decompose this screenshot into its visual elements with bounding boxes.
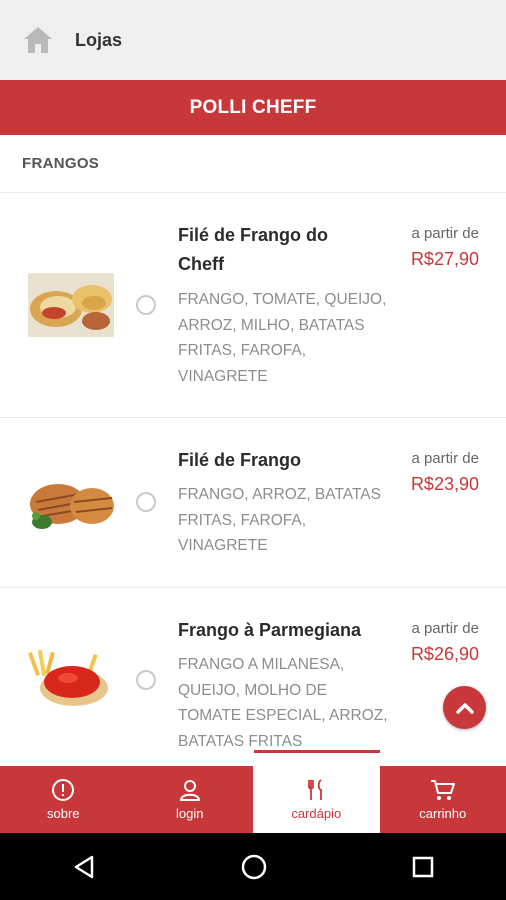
price-prefix: a partir de bbox=[411, 225, 479, 242]
store-header: POLLI CHEFF bbox=[0, 80, 506, 135]
recents-icon[interactable] bbox=[411, 855, 435, 879]
tab-label: login bbox=[176, 806, 204, 821]
product-description: FRANGO, TOMATE, QUEIJO, ARROZ, MILHO, BA… bbox=[178, 291, 387, 385]
product-name: Filé de Frango bbox=[178, 450, 302, 470]
tab-label: cardápio bbox=[291, 806, 342, 821]
product-image bbox=[28, 273, 114, 337]
product-item[interactable]: Frango à Parmegiana FRANGO A MILANESA, Q… bbox=[0, 588, 506, 766]
product-item[interactable]: Filé de Frango do Cheff FRANGO, TOMATE, … bbox=[0, 194, 506, 418]
product-image bbox=[28, 472, 114, 536]
top-bar: Lojas bbox=[0, 0, 506, 80]
tab-sobre[interactable]: sobre bbox=[0, 766, 127, 833]
select-radio[interactable] bbox=[136, 670, 156, 690]
product-name: Frango à Parmegiana bbox=[178, 620, 362, 640]
scroll-top-button[interactable] bbox=[443, 686, 486, 729]
product-price: R$27,90 bbox=[410, 249, 479, 269]
cart-icon bbox=[430, 780, 455, 800]
category-label: FRANGOS bbox=[22, 155, 100, 172]
bottom-tab-bar: sobre login cardápio carrinho bbox=[0, 766, 506, 833]
tab-carrinho[interactable]: carrinho bbox=[380, 766, 506, 833]
cutlery-icon bbox=[308, 779, 323, 800]
tab-cardapio[interactable]: cardápio bbox=[253, 766, 380, 833]
page-title: Lojas bbox=[75, 29, 123, 50]
home-icon[interactable] bbox=[21, 23, 55, 57]
tab-label: sobre bbox=[46, 806, 80, 821]
product-item[interactable]: Filé de Frango FRANGO, ARROZ, BATATAS FR… bbox=[0, 418, 506, 588]
tab-login[interactable]: login bbox=[127, 766, 254, 833]
product-name: Filé de Frango do Cheff bbox=[178, 225, 329, 274]
active-tab-indicator bbox=[254, 750, 380, 753]
chevron-up-icon bbox=[455, 702, 474, 714]
select-radio[interactable] bbox=[136, 492, 156, 512]
product-description: FRANGO, ARROZ, BATATAS FRITAS, FAROFA, V… bbox=[178, 486, 381, 554]
product-image bbox=[28, 646, 114, 710]
product-list: Filé de Frango do Cheff FRANGO, TOMATE, … bbox=[0, 194, 506, 766]
info-icon bbox=[52, 779, 75, 801]
product-description: FRANGO A MILANESA, QUEIJO, MOLHO DE TOMA… bbox=[178, 656, 388, 750]
price-prefix: a partir de bbox=[411, 450, 479, 467]
user-icon bbox=[179, 780, 200, 801]
store-name: POLLI CHEFF bbox=[189, 96, 317, 118]
price-prefix: a partir de bbox=[411, 620, 479, 637]
back-icon[interactable] bbox=[71, 854, 97, 880]
system-nav-bar bbox=[0, 833, 506, 900]
home-circle-icon[interactable] bbox=[240, 853, 268, 881]
select-radio[interactable] bbox=[136, 295, 156, 315]
category-header: FRANGOS bbox=[0, 135, 506, 193]
product-price: R$23,90 bbox=[410, 474, 479, 494]
tab-label: carrinho bbox=[419, 806, 467, 821]
product-price: R$26,90 bbox=[410, 644, 479, 664]
